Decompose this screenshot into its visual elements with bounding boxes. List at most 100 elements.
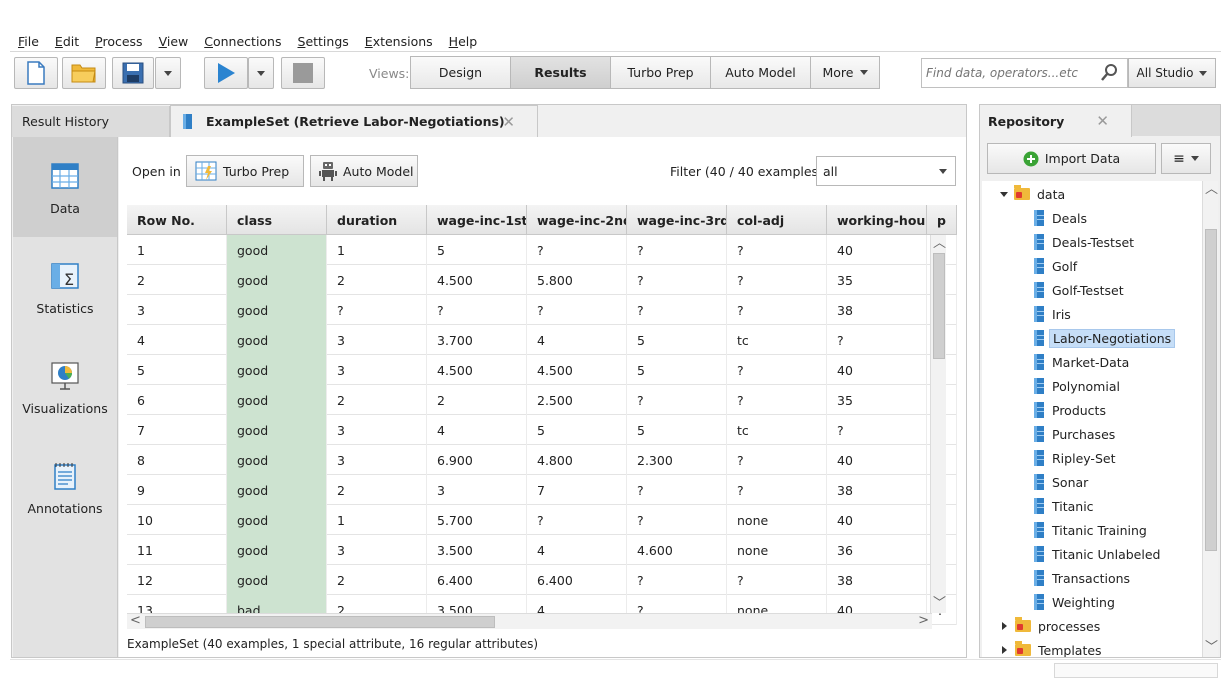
run-options-dropdown[interactable]: [248, 57, 274, 89]
view-turbo-prep-button[interactable]: Turbo Prep: [610, 56, 711, 89]
tree-folder[interactable]: Templates: [1002, 639, 1105, 657]
column-header[interactable]: col-adj: [727, 205, 827, 235]
tree-item[interactable]: Titanic: [1034, 495, 1097, 517]
table-row[interactable]: 3good?????38e: [127, 295, 957, 325]
column-header[interactable]: class: [227, 205, 327, 235]
search-icon[interactable]: [1099, 63, 1119, 83]
table-vertical-scrollbar[interactable]: ︿ ﹀: [930, 235, 946, 613]
import-data-button[interactable]: Import Data: [987, 143, 1156, 174]
tab-result-history[interactable]: Result History: [12, 106, 170, 137]
table-row[interactable]: 9good237??38?: [127, 475, 957, 505]
notepad-icon: [54, 463, 76, 490]
tree-item[interactable]: Deals-Testset: [1034, 231, 1137, 253]
nav-data[interactable]: Data: [13, 137, 117, 237]
table-horizontal-scrollbar[interactable]: < >: [127, 613, 932, 629]
filter-value: all: [823, 163, 838, 179]
scrollbar-thumb[interactable]: [933, 253, 945, 359]
scroll-down-icon[interactable]: ﹀: [933, 597, 946, 611]
tree-item[interactable]: Ripley-Set: [1034, 447, 1118, 469]
tree-item[interactable]: Purchases: [1034, 423, 1118, 445]
menu-process[interactable]: Process: [87, 32, 150, 52]
tree-item[interactable]: Labor-Negotiations: [1034, 327, 1176, 349]
close-icon[interactable]: ✕: [502, 113, 515, 131]
run-process-button[interactable]: [204, 57, 248, 89]
tree-item[interactable]: Golf: [1034, 255, 1080, 277]
expand-icon[interactable]: [1002, 646, 1007, 654]
column-header[interactable]: wage-inc-1st: [427, 205, 527, 235]
open-auto-model-button[interactable]: Auto Model: [310, 155, 418, 187]
menu-connections[interactable]: Connections: [196, 32, 289, 52]
table-cell: ?: [627, 235, 727, 265]
menu-extensions[interactable]: Extensions: [357, 32, 441, 52]
save-options-dropdown[interactable]: [155, 57, 181, 89]
table-cell: ?: [727, 445, 827, 475]
view-auto-model-button[interactable]: Auto Model: [710, 56, 811, 89]
tree-item[interactable]: Titanic Unlabeled: [1034, 543, 1163, 565]
menu-edit[interactable]: Edit: [47, 32, 87, 52]
scroll-up-icon[interactable]: ︿: [933, 237, 946, 251]
open-turbo-prep-button[interactable]: Turbo Prep: [186, 155, 304, 187]
column-header[interactable]: duration: [327, 205, 427, 235]
tree-item[interactable]: Transactions: [1034, 567, 1133, 589]
menu-file[interactable]: File: [10, 32, 47, 52]
table-row[interactable]: 1good15???40?: [127, 235, 957, 265]
expand-icon[interactable]: [1000, 191, 1008, 197]
new-process-button[interactable]: [14, 57, 58, 89]
column-header[interactable]: working-hou...: [827, 205, 927, 235]
view-design-button[interactable]: Design: [410, 56, 511, 89]
table-cell: 2.500: [527, 385, 627, 415]
nav-statistics[interactable]: Σ Statistics: [13, 237, 117, 337]
column-header[interactable]: p: [927, 205, 957, 235]
scroll-up-icon[interactable]: ︿: [1205, 183, 1218, 197]
search-input[interactable]: [922, 66, 1097, 80]
column-header[interactable]: wage-inc-2nd: [527, 205, 627, 235]
table-row[interactable]: 11good33.50044.600none36?: [127, 535, 957, 565]
tree-item[interactable]: Deals: [1034, 207, 1090, 229]
table-row[interactable]: 12good26.4006.400??38?: [127, 565, 957, 595]
menu-help[interactable]: Help: [441, 32, 486, 52]
menu-settings[interactable]: Settings: [290, 32, 357, 52]
tree-folder-data[interactable]: data: [1000, 183, 1068, 205]
column-header[interactable]: wage-inc-3rd: [627, 205, 727, 235]
table-row[interactable]: 10good15.700??none40e: [127, 505, 957, 535]
table-cell: 11: [127, 535, 227, 565]
tree-item[interactable]: Iris: [1034, 303, 1074, 325]
save-process-button[interactable]: [112, 57, 154, 89]
scrollbar-thumb[interactable]: [145, 616, 495, 628]
table-row[interactable]: 6good222.500??35?: [127, 385, 957, 415]
tree-item[interactable]: Market-Data: [1034, 351, 1132, 373]
tree-item[interactable]: Golf-Testset: [1034, 279, 1127, 301]
column-header[interactable]: Row No.: [127, 205, 227, 235]
tree-item[interactable]: Products: [1034, 399, 1109, 421]
table-row[interactable]: 8good36.9004.8002.300?40?: [127, 445, 957, 475]
table-row[interactable]: 7good3455tc?e: [127, 415, 957, 445]
table-row[interactable]: 4good33.70045tc??: [127, 325, 957, 355]
stop-process-button[interactable]: [281, 57, 325, 89]
view-results-button[interactable]: Results: [510, 56, 611, 89]
all-studio-dropdown[interactable]: All Studio: [1128, 58, 1216, 88]
tab-repository[interactable]: Repository ✕: [980, 105, 1132, 137]
tree-item[interactable]: Polynomial: [1034, 375, 1123, 397]
view-more-button[interactable]: More: [810, 56, 880, 89]
dataset-icon: [1034, 570, 1044, 586]
close-icon[interactable]: ✕: [1096, 112, 1109, 130]
nav-visualizations[interactable]: Visualizations: [13, 337, 117, 437]
tree-folder[interactable]: processes: [1002, 615, 1103, 637]
scroll-right-icon[interactable]: >: [918, 614, 929, 628]
tab-exampleset[interactable]: ExampleSet (Retrieve Labor-Negotiations)…: [170, 105, 538, 137]
repository-menu-button[interactable]: ≡: [1161, 143, 1211, 174]
table-row[interactable]: 2good24.5005.800??35r: [127, 265, 957, 295]
tree-item[interactable]: Sonar: [1034, 471, 1091, 493]
tree-item[interactable]: Titanic Training: [1034, 519, 1150, 541]
table-row[interactable]: 5good34.5004.5005?40?: [127, 355, 957, 385]
filter-select[interactable]: all: [816, 156, 956, 186]
repository-scrollbar[interactable]: ︿ ﹀: [1202, 181, 1218, 657]
scroll-down-icon[interactable]: ﹀: [1205, 641, 1218, 655]
expand-icon[interactable]: [1002, 622, 1007, 630]
tree-item[interactable]: Weighting: [1034, 591, 1118, 613]
nav-annotations[interactable]: Annotations: [13, 437, 117, 537]
open-process-button[interactable]: [62, 57, 106, 89]
scrollbar-thumb[interactable]: [1205, 229, 1217, 551]
scroll-left-icon[interactable]: <: [130, 614, 141, 628]
menu-view[interactable]: View: [151, 32, 197, 52]
